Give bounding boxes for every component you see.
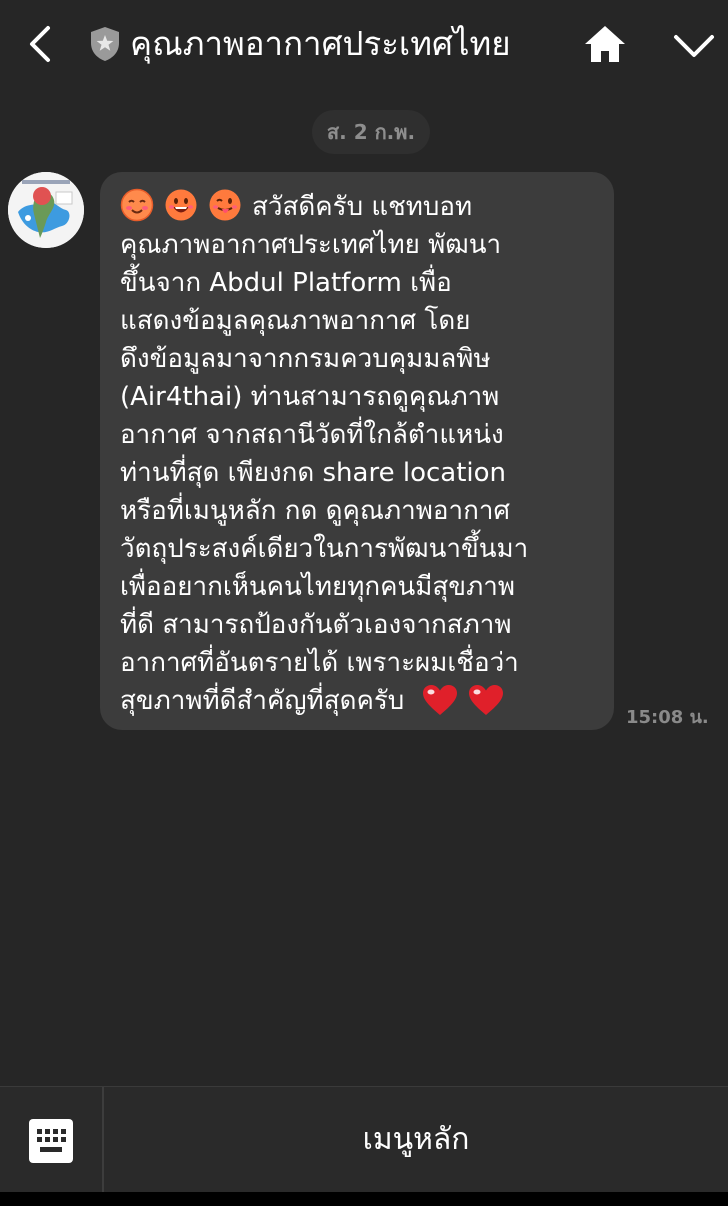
chat-title: คุณภาพอากาศประเทศไทย bbox=[130, 24, 511, 63]
message-line-text: สุขภาพที่ดีสำคัญที่สุดครับ bbox=[120, 686, 405, 716]
main-menu-button[interactable]: เมนูหลัก bbox=[104, 1087, 728, 1193]
chevron-left-icon bbox=[30, 26, 50, 62]
bottom-bar: เมนูหลัก bbox=[0, 1086, 728, 1193]
expand-button[interactable] bbox=[668, 28, 720, 64]
message-line: ดึงข้อมูลมาจากกรมควบคุมมลพิษ bbox=[120, 344, 491, 374]
message-line: เพื่ออยากเห็นคนไทยทุกคนมีสุขภาพ bbox=[120, 572, 515, 602]
message-line: ขึ้นจาก Abdul Platform เพื่อ bbox=[120, 268, 452, 298]
home-icon bbox=[585, 26, 625, 62]
message-line: วัตถุประสงค์เดียวในการพัฒนาขึ้นมา bbox=[120, 534, 529, 564]
message-line-text: สวัสดีครับ แชทบอท bbox=[252, 192, 473, 222]
message-timestamp: 15:08 น. bbox=[626, 707, 709, 728]
message-line: แสดงข้อมูลคุณภาพอากาศ โดย bbox=[120, 306, 471, 336]
message-line: สวัสดีครับ แชทบอท bbox=[120, 188, 600, 226]
chevron-down-icon bbox=[674, 35, 714, 57]
back-button[interactable] bbox=[22, 22, 62, 66]
message-bubble: สวัสดีครับ แชทบอท คุณภาพอากาศประเทศไทย พ… bbox=[100, 172, 614, 730]
grin-emoji bbox=[164, 188, 198, 222]
keyboard-icon bbox=[29, 1119, 73, 1163]
heart-emoji bbox=[421, 683, 459, 717]
message-line: (Air4thai) ท่านสามารถดูคุณภาพ bbox=[120, 382, 500, 412]
message-text: สวัสดีครับ แชทบอท คุณภาพอากาศประเทศไทย พ… bbox=[120, 188, 600, 720]
chat-header: คุณภาพอากาศประเทศไทย bbox=[0, 0, 728, 88]
thailand-map-thumbnail bbox=[8, 172, 84, 248]
message-line: สุขภาพที่ดีสำคัญที่สุดครับ bbox=[120, 682, 600, 720]
keyboard-toggle-button[interactable] bbox=[0, 1087, 104, 1193]
message-line: ที่ดี สามารถป้องกันตัวเองจากสภาพ bbox=[120, 610, 512, 640]
message-line: อากาศที่อันตรายได้ เพราะผมเชื่อว่า bbox=[120, 648, 519, 678]
verified-shield-icon bbox=[88, 25, 122, 63]
message-line: ท่านที่สุด เพียงกด share location bbox=[120, 458, 507, 488]
heart-emoji bbox=[467, 683, 505, 717]
tongue-emoji bbox=[208, 188, 242, 222]
home-button[interactable] bbox=[582, 22, 628, 66]
blush-emoji bbox=[120, 188, 154, 222]
message-line: หรือที่เมนูหลัก กด ดูคุณภาพอากาศ bbox=[120, 496, 510, 526]
date-separator: ส. 2 ก.พ. bbox=[312, 110, 430, 154]
message-line: อากาศ จากสถานีวัดที่ใกล้ตำแหน่ง bbox=[120, 420, 504, 450]
system-nav-strip bbox=[0, 1192, 728, 1206]
bot-avatar[interactable] bbox=[8, 172, 84, 248]
message-line: คุณภาพอากาศประเทศไทย พัฒนา bbox=[120, 230, 502, 260]
